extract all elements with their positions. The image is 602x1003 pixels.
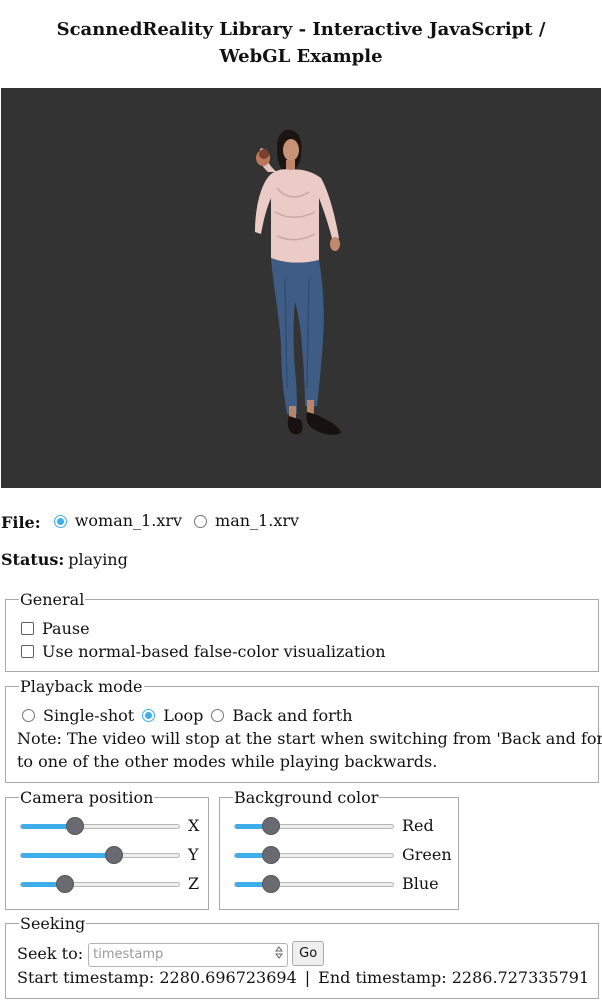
playback-back-and-forth[interactable]: Back and forth [209,704,353,727]
general-fieldset: General Pause Use normal-based false-col… [5,590,599,672]
radio-checked-icon[interactable] [142,709,156,722]
playback-note-line1: Note: The video will stop at the start w… [17,729,602,748]
pause-option[interactable]: Pause [18,617,90,640]
playback-option-label: Back and forth [232,706,353,725]
camera-fieldset: Camera position X Y Z [5,788,209,910]
slider-thumb[interactable] [262,874,281,893]
number-spinner-icon[interactable] [274,945,284,960]
volumetric-video-viewer[interactable] [1,88,601,488]
status-value: playing [68,550,128,569]
file-option-label: woman_1.xrv [74,511,183,530]
camera-y-label: Y [188,845,199,864]
camera-y-row: Y [20,843,199,867]
general-legend: General [19,590,86,610]
red-label: Red [402,816,434,835]
camera-x-row: X [20,814,199,838]
seeking-legend: Seeking [19,914,87,934]
go-button[interactable]: Go [292,941,325,967]
camera-z-slider[interactable] [20,874,180,893]
slider-thumb[interactable] [56,874,75,893]
timestamp-info: Start timestamp: 2280.696723694 | End ti… [17,966,589,989]
false-color-option[interactable]: Use normal-based false-color visualizati… [18,640,386,663]
seek-label: Seek to: [17,944,84,964]
background-color-legend: Background color [233,788,380,808]
page-title: ScannedReality Library - Interactive Jav… [56,19,546,67]
blue-label: Blue [402,874,439,893]
radio-unchecked-icon[interactable] [194,514,208,528]
slider-thumb[interactable] [262,845,281,864]
status-line: Status: playing [1,550,128,570]
playback-option-label: Single-shot [43,706,135,725]
playback-single-shot[interactable]: Single-shot [18,704,134,727]
radio-unchecked-icon[interactable] [22,709,35,722]
person-figure [255,129,341,435]
file-selector: File: woman_1.xrv man_1.xrv [1,511,309,533]
false-color-checkbox[interactable] [21,645,34,658]
red-slider[interactable] [234,816,394,835]
playback-legend: Playback mode [19,677,144,697]
green-slider[interactable] [234,845,394,864]
seeking-fieldset: Seeking Seek to: Go Start timestamp: 228… [5,914,599,999]
radio-unchecked-icon[interactable] [211,709,225,722]
file-label: File: [1,512,41,532]
seek-timestamp-input[interactable] [88,942,289,967]
pause-label: Pause [42,619,90,638]
seek-row: Seek to: Go [17,941,325,967]
playback-loop[interactable]: Loop [140,704,203,727]
playback-options: Single-shot Loop Back and forth [18,704,363,727]
slider-thumb[interactable] [105,845,124,864]
camera-legend: Camera position [19,788,155,808]
file-option-woman[interactable]: woman_1.xrv [52,511,182,531]
end-timestamp: End timestamp: 2286.727335791 [318,968,590,987]
camera-y-slider[interactable] [20,845,180,864]
playback-option-label: Loop [163,706,204,725]
false-color-label: Use normal-based false-color visualizati… [42,642,386,661]
camera-z-row: Z [20,872,199,896]
start-timestamp: Start timestamp: 2280.696723694 [17,968,297,987]
timestamp-separator: | [304,968,311,987]
file-option-man[interactable]: man_1.xrv [192,511,299,531]
pause-checkbox[interactable] [21,622,34,635]
slider-thumb[interactable] [65,816,84,835]
background-color-fieldset: Background color Red Green Blue [219,788,459,910]
file-option-label: man_1.xrv [215,511,300,530]
camera-z-label: Z [188,874,200,893]
camera-x-slider[interactable] [20,816,180,835]
playback-fieldset: Playback mode Single-shot Loop Back and … [5,677,602,783]
blue-slider[interactable] [234,874,394,893]
playback-note-line2: to one of the other modes while playing … [17,752,438,771]
slider-thumb[interactable] [262,816,281,835]
green-row: Green [234,843,452,867]
status-label: Status: [1,550,65,569]
red-row: Red [234,814,434,838]
blue-row: Blue [234,872,439,896]
radio-checked-icon[interactable] [53,514,67,528]
green-label: Green [402,845,452,864]
camera-x-label: X [188,816,200,835]
slider-fill [21,852,115,858]
